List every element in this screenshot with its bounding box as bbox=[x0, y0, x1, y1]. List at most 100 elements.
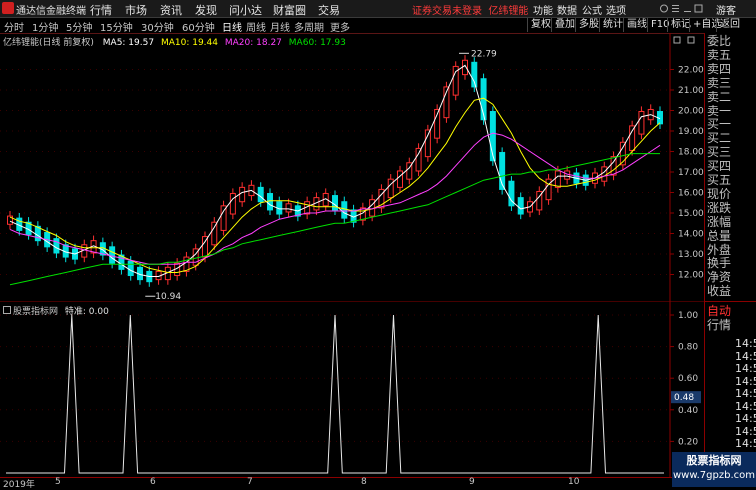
indicator-square-icon bbox=[3, 306, 11, 314]
indicator-line bbox=[6, 314, 664, 474]
expand-icon[interactable] bbox=[687, 36, 695, 44]
quote-field-label: 收益 bbox=[707, 284, 732, 299]
quote-field-label: 买四 bbox=[707, 159, 732, 174]
auto-toggle[interactable]: 自动 bbox=[707, 305, 731, 318]
stats-button[interactable]: 统计 bbox=[599, 18, 626, 32]
candle bbox=[397, 165, 403, 193]
period-weekly[interactable]: 周线 bbox=[246, 19, 266, 34]
candle bbox=[536, 186, 543, 216]
price-tick-label: 19.00 bbox=[678, 127, 704, 137]
quote-field-label: 换手 bbox=[707, 256, 732, 271]
indicator-header: 股票指标网 特准: 0.00 bbox=[3, 304, 109, 317]
quote-field-label: 委比 bbox=[707, 34, 732, 48]
candle bbox=[406, 157, 413, 185]
period-15min[interactable]: 15分钟 bbox=[100, 19, 133, 34]
date-label: 5 bbox=[55, 477, 61, 487]
notice-brand: 亿纬锂能 bbox=[488, 6, 529, 17]
candle bbox=[34, 221, 41, 246]
date-label: 7 bbox=[247, 477, 253, 487]
collapse-icon[interactable] bbox=[673, 36, 681, 44]
candle bbox=[508, 176, 515, 211]
menu-caifuquan[interactable]: 财富圈 bbox=[273, 2, 306, 18]
candle bbox=[239, 182, 246, 207]
quote-field-label: 买五 bbox=[707, 173, 732, 187]
menu-faxian[interactable]: 发现 bbox=[195, 2, 217, 18]
chart-window-icons bbox=[673, 36, 695, 44]
price-tick-label: 22.00 bbox=[678, 66, 704, 76]
main-grid bbox=[0, 33, 704, 301]
app-logo-icon bbox=[2, 2, 14, 14]
quote-field-label: 涨幅 bbox=[707, 214, 732, 229]
tick-time: 14:5 bbox=[735, 337, 756, 350]
menu-jiaoyi[interactable]: 交易 bbox=[318, 2, 340, 18]
candle bbox=[629, 120, 636, 156]
period-fenshi[interactable]: 分时 bbox=[4, 19, 24, 34]
period-60min[interactable]: 60分钟 bbox=[182, 19, 215, 34]
moving-average-lines bbox=[9, 64, 661, 286]
candle bbox=[211, 217, 218, 250]
period-more[interactable]: 更多 bbox=[330, 19, 350, 34]
candle bbox=[378, 184, 385, 213]
kline-chart[interactable]: 22.00 21.00 20.00 19.00 18.00 17.00 16.00 15.00… bbox=[0, 33, 704, 301]
candle bbox=[229, 188, 236, 220]
indicator-axis: 1.00 0.80 0.60 0.40 0.20 0.48 bbox=[670, 311, 701, 447]
draw-button[interactable]: 画线 bbox=[623, 18, 650, 32]
adjust-button[interactable]: 复权 bbox=[527, 18, 554, 32]
period-monthly[interactable]: 月线 bbox=[270, 19, 290, 34]
help-icon[interactable] bbox=[660, 4, 668, 13]
title-bar: 通达信金融终端 行情 市场 资讯 发现 问小达 财富圈 交易 证券交易未登录 亿… bbox=[0, 0, 756, 18]
indicator-series-line bbox=[6, 314, 664, 474]
candle bbox=[183, 251, 190, 277]
maximize-icon[interactable] bbox=[694, 4, 703, 13]
price-tick-label: 14.00 bbox=[678, 230, 704, 240]
candle bbox=[118, 249, 125, 275]
tick-time: 14:5 bbox=[735, 374, 756, 388]
ma-series-line bbox=[9, 64, 661, 277]
candle bbox=[619, 137, 626, 170]
multi-stock-button[interactable]: 多股 bbox=[575, 18, 602, 32]
menu-hangqing[interactable]: 行情 bbox=[90, 2, 112, 18]
indicator-chart[interactable]: 1.00 0.80 0.60 0.40 0.20 0.48 bbox=[0, 301, 704, 477]
ma20-label: MA20: 18.27 bbox=[224, 38, 282, 48]
menu-shuju[interactable]: 数据 bbox=[557, 2, 577, 17]
price-tick-label: 21.00 bbox=[678, 86, 704, 96]
menu-xuanxiang[interactable]: 选项 bbox=[606, 2, 626, 17]
indicator-tick-label: 0.80 bbox=[678, 343, 698, 353]
ma10-label: MA10: 19.44 bbox=[160, 38, 218, 48]
period-multi[interactable]: 多周期 bbox=[294, 19, 324, 34]
candle bbox=[545, 174, 552, 205]
indicator-tick-label: 0.40 bbox=[678, 406, 698, 416]
menu-wenxiaoda[interactable]: 问小达 bbox=[229, 2, 262, 18]
overlay-button[interactable]: 叠加 bbox=[551, 18, 578, 32]
menu-gongshi[interactable]: 公式 bbox=[582, 2, 602, 17]
period-1min[interactable]: 1分钟 bbox=[32, 19, 58, 34]
chart-header: 亿纬锂能(日线 前复权) MA5: 19.57 MA10: 19.44 MA20… bbox=[3, 35, 346, 48]
minimize-icon[interactable] bbox=[684, 11, 691, 12]
candle bbox=[452, 61, 459, 101]
candle bbox=[267, 188, 273, 216]
candle bbox=[220, 200, 227, 236]
min-price-label: 10.94 bbox=[155, 292, 181, 301]
user-label[interactable]: 游客 bbox=[716, 2, 736, 17]
menu-icon[interactable] bbox=[672, 5, 679, 12]
login-notice[interactable]: 证券交易未登录 亿纬锂能 bbox=[412, 2, 528, 17]
candle bbox=[341, 196, 348, 224]
window-controls bbox=[660, 4, 703, 13]
price-tick-label: 16.00 bbox=[678, 189, 704, 199]
menu-zixun[interactable]: 资讯 bbox=[160, 2, 182, 18]
indicator-tick-label: 0.60 bbox=[678, 374, 698, 384]
candle bbox=[7, 210, 13, 230]
period-5min[interactable]: 5分钟 bbox=[66, 19, 92, 34]
quote-field-label: 现价 bbox=[707, 186, 732, 201]
quote-field-label: 净资 bbox=[707, 270, 732, 285]
back-button[interactable]: 返回 bbox=[716, 18, 743, 32]
candle bbox=[601, 161, 608, 187]
menu-gongneng[interactable]: 功能 bbox=[533, 2, 553, 17]
menu-shichang[interactable]: 市场 bbox=[125, 2, 147, 18]
candle bbox=[610, 151, 617, 181]
quote-field-label: 总量 bbox=[707, 228, 732, 243]
period-daily[interactable]: 日线 bbox=[222, 19, 242, 34]
watermark: 股票指标网 www.7gpzb.com bbox=[672, 452, 756, 487]
period-30min[interactable]: 30分钟 bbox=[141, 19, 174, 34]
indicator-name: 股票指标网 bbox=[13, 307, 59, 317]
